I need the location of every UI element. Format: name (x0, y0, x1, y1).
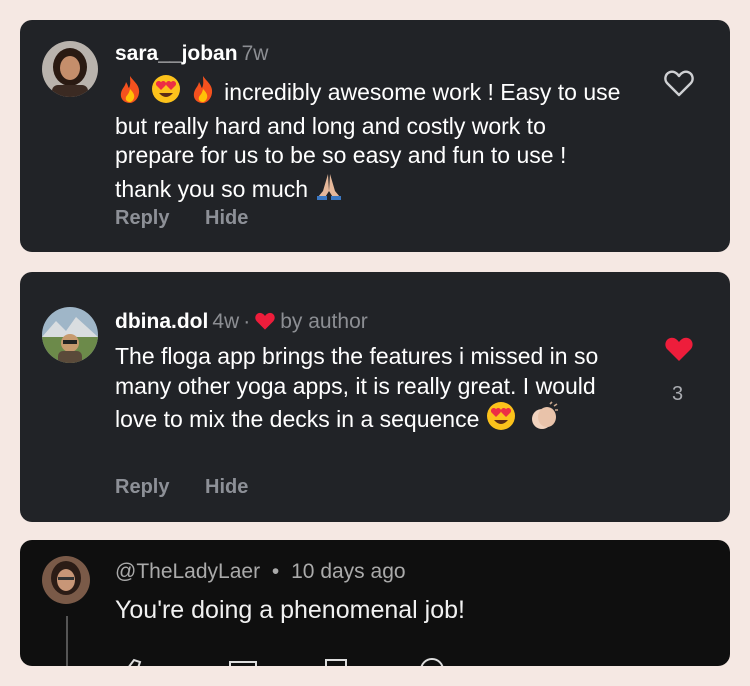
like-count: 3 (672, 383, 684, 405)
like-button[interactable] (664, 69, 694, 102)
channel-handle[interactable]: @TheLadyLaer (115, 560, 260, 583)
comment-age: 7w (241, 42, 269, 65)
avatar[interactable] (42, 556, 90, 604)
thumbs-up-icon[interactable] (128, 658, 142, 666)
heart-eyes-emoji-icon (486, 401, 516, 439)
heart-eyes-emoji-icon (151, 74, 181, 112)
clapping-hands-emoji-icon (528, 401, 560, 439)
comment-actions: Reply Hide (115, 476, 248, 499)
reply-button[interactable]: Reply (115, 207, 169, 230)
comment-text: The floga app brings the features i miss… (115, 342, 625, 439)
separator-dot: • (271, 560, 280, 583)
thumbs-down-icon[interactable] (229, 661, 257, 666)
comment-actions (120, 656, 460, 666)
username[interactable]: sara__joban (115, 42, 238, 65)
comment-age: 10 days ago (291, 560, 406, 583)
heart-filled-icon (665, 337, 693, 361)
comment-text: incredibly awesome work ! Easy to use bu… (115, 74, 625, 208)
comment-body: The floga app brings the features i miss… (115, 343, 599, 432)
comment-card: dbina.dol 4w · by author The floga app brin… (20, 272, 730, 522)
comment-header: dbina.dol 4w · by author (115, 309, 368, 338)
reply-button[interactable]: Reply (115, 476, 169, 499)
comment-header: sara__joban 7w (115, 41, 268, 67)
hide-button[interactable]: Hide (205, 476, 248, 499)
comment-age: 4w (212, 310, 240, 333)
folded-hands-emoji-icon (314, 171, 344, 209)
comment-card: sara__joban 7w incredibly awesome work ! … (20, 20, 730, 252)
creator-heart-icon (420, 658, 444, 666)
thread-line (66, 616, 68, 666)
hide-button[interactable]: Hide (205, 207, 248, 230)
comment-header: @TheLadyLaer • 10 days ago (115, 560, 406, 584)
comment-actions: Reply Hide (115, 207, 248, 230)
separator-dot: · (243, 310, 251, 333)
liked-by-author-label: by author (280, 310, 368, 333)
youtube-comment-card: @TheLadyLaer • 10 days ago You're doing … (20, 540, 730, 666)
avatar[interactable] (42, 41, 98, 97)
comment-body: You're doing a phenomenal job! (115, 596, 465, 624)
avatar[interactable] (42, 307, 98, 363)
heart-outline-icon (664, 70, 694, 97)
fire-emoji-icon (115, 74, 145, 112)
like-button[interactable] (664, 335, 694, 368)
username[interactable]: dbina.dol (115, 310, 208, 333)
reply-icon[interactable] (325, 659, 347, 666)
heart-filled-icon (254, 311, 276, 338)
fire-emoji-icon (188, 74, 218, 112)
